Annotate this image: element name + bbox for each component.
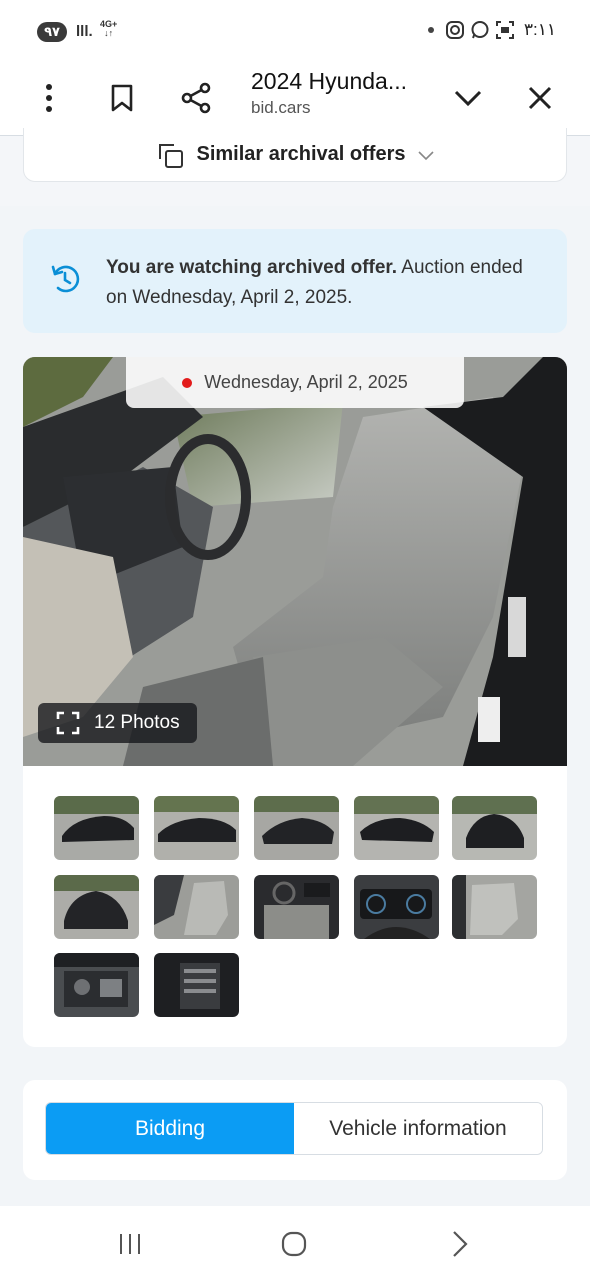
thumbnail-interior-rear-seat[interactable] [452, 875, 537, 939]
thumbnail-interior-driver-seat[interactable] [154, 875, 239, 939]
photo-gallery: Wednesday, April 2, 2025 12 Photos [23, 357, 567, 1047]
similar-archival-offers-label: Similar archival offers [196, 143, 406, 165]
thumbnail-door-sticker[interactable] [154, 953, 239, 1017]
details-tabs: Bidding Vehicle information [45, 1102, 543, 1155]
thumbnail-engine-bay[interactable] [54, 953, 139, 1017]
recent-apps-icon[interactable] [110, 1228, 150, 1260]
fullscreen-icon [56, 711, 80, 735]
thumbnail-exterior-rear-damaged[interactable] [254, 796, 339, 860]
whatsapp-icon [471, 21, 489, 39]
thumbnail-instrument-cluster[interactable] [354, 875, 439, 939]
back-icon[interactable] [440, 1228, 480, 1260]
screenshot-icon [495, 21, 514, 39]
notice-text: You are watching archived offer. Auction… [106, 253, 536, 313]
home-icon[interactable] [274, 1228, 314, 1260]
auction-date-pill: Wednesday, April 2, 2025 [126, 357, 464, 408]
share-icon[interactable] [174, 76, 218, 120]
notification-dot-icon [427, 27, 434, 33]
thumbnail-exterior-rear[interactable] [54, 875, 139, 939]
chevron-down-icon [418, 150, 435, 160]
chevron-down-icon[interactable] [446, 76, 490, 120]
details-tabs-card: Bidding Vehicle information [23, 1080, 567, 1180]
tab-bidding[interactable]: Bidding [46, 1103, 294, 1154]
thumbnail-exterior-side[interactable] [154, 796, 239, 860]
archived-offer-notice: You are watching archived offer. Auction… [23, 229, 567, 333]
bookmark-icon[interactable] [100, 76, 144, 120]
live-status-dot [182, 377, 193, 388]
thumbnail-exterior-front[interactable] [452, 796, 537, 860]
status-bar: ٩٧ lll. 4G+ ↓↑ ٣:١١ [0, 0, 590, 62]
clock: ٣:١١ [523, 20, 556, 39]
similar-archival-offers-button[interactable]: Similar archival offers [23, 128, 567, 182]
tab-vehicle-information[interactable]: Vehicle information [294, 1103, 542, 1154]
thumbnail-exterior-front-left[interactable] [54, 796, 139, 860]
thumbnail-interior-dashboard[interactable] [254, 875, 339, 939]
status-icons: ٣:١١ [427, 20, 556, 40]
menu-dots-icon[interactable] [27, 76, 71, 120]
photos-count-label: 12 Photos [94, 712, 180, 733]
auction-date: Wednesday, April 2, 2025 [204, 372, 408, 392]
close-icon[interactable] [518, 76, 562, 120]
notice-bold-text: You are watching archived offer. [106, 257, 398, 278]
system-navigation-bar [0, 1206, 590, 1280]
thumbnail-exterior-front-right[interactable] [354, 796, 439, 860]
signal-strength-icon: lll. [76, 23, 93, 40]
notification-count-badge: ٩٧ [37, 22, 67, 42]
photos-count-button[interactable]: 12 Photos [38, 703, 197, 743]
page-title: 2024 Hyunda... [251, 68, 408, 94]
history-icon [51, 265, 80, 293]
instagram-icon [445, 21, 464, 39]
main-vehicle-photo[interactable]: Wednesday, April 2, 2025 12 Photos [23, 357, 567, 766]
copy-icon [158, 143, 183, 168]
page-url[interactable]: bid.cars [251, 98, 311, 118]
network-type-indicator: 4G+ ↓↑ [100, 19, 118, 38]
browser-toolbar: 2024 Hyunda... bid.cars [0, 62, 590, 136]
